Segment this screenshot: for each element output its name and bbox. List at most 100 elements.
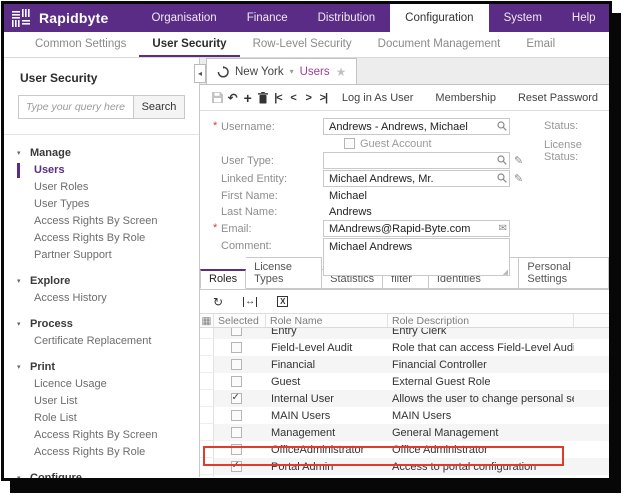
table-row[interactable]: Internal User Allows the user to change … — [200, 390, 609, 407]
section-header-process[interactable]: ▾ Process — [4, 315, 199, 333]
edit-pencil-icon[interactable]: ✎ — [514, 172, 523, 185]
search-button[interactable]: Search — [133, 95, 185, 119]
user-type-label: User Type: — [221, 154, 274, 167]
sidebar-item-access-rights-by-role[interactable]: Access Rights By Role — [4, 230, 199, 247]
go-first-icon[interactable]: |< — [270, 92, 285, 104]
document-tab[interactable]: New York ▾ Users ★ — [206, 58, 358, 84]
nav-item-organisation[interactable]: Organisation — [136, 4, 231, 32]
section-header-manage[interactable]: ▾ Manage — [4, 144, 199, 162]
reset-password-button[interactable]: Reset Password — [507, 92, 609, 104]
column-config-icon[interactable]: ▦ — [200, 314, 214, 327]
go-last-icon[interactable]: >| — [316, 92, 331, 104]
user-type-field[interactable] — [323, 152, 510, 169]
favorite-star-icon[interactable]: ★ — [336, 65, 347, 79]
sidebar-collapse-button[interactable]: ◂ — [194, 64, 206, 83]
subnav-user-security[interactable]: User Security — [139, 32, 240, 57]
app-window: Rapidbyte Organisation Finance Distribut… — [1, 1, 612, 481]
document-tab-bar: New York ▾ Users ★ — [200, 58, 609, 85]
go-next-icon[interactable]: > — [301, 92, 316, 104]
sidebar-item-partner-support[interactable]: Partner Support — [4, 247, 199, 264]
sidebar-item-user-roles[interactable]: User Roles — [4, 179, 199, 196]
sidebar-item-access-rights-by-screen[interactable]: Access Rights By Screen — [4, 213, 199, 230]
nav-item-distribution[interactable]: Distribution — [303, 4, 391, 32]
login-as-user-button[interactable]: Log in As User — [331, 92, 425, 104]
roles-grid: ▦ Selected Role Name Role Description En… — [200, 314, 609, 477]
row-checkbox[interactable] — [230, 410, 242, 421]
edit-pencil-icon[interactable]: ✎ — [514, 154, 523, 167]
row-checkbox[interactable] — [230, 359, 242, 370]
sidebar-nav: ▾ Manage Users User Roles User Types Acc… — [4, 135, 199, 478]
row-checkbox[interactable] — [230, 460, 242, 472]
brand-name: Rapidbyte — [39, 10, 109, 26]
sidebar-item-access-history[interactable]: Access History — [4, 290, 199, 307]
subnav-email[interactable]: Email — [513, 32, 568, 57]
nav-item-finance[interactable]: Finance — [232, 4, 303, 32]
sidebar-item-print-access-rights-by-screen[interactable]: Access Rights By Screen — [4, 427, 199, 444]
table-row[interactable]: Portal User Portal user — [200, 475, 609, 477]
sidebar-item-user-types[interactable]: User Types — [4, 196, 199, 213]
column-header-selected[interactable]: Selected — [214, 314, 266, 327]
row-checkbox[interactable] — [230, 392, 242, 404]
lookup-icon[interactable] — [497, 155, 507, 165]
refresh-icon[interactable] — [217, 65, 229, 78]
undo-icon[interactable]: ↶ — [225, 91, 240, 105]
sidebar-section-process: ▾ Process Certificate Replacement — [4, 315, 199, 350]
sidebar-item-users[interactable]: Users — [4, 162, 199, 179]
nav-item-help[interactable]: Help — [557, 4, 609, 32]
section-header-print[interactable]: ▾ Print — [4, 358, 199, 376]
save-icon[interactable] — [210, 92, 225, 103]
table-row[interactable]: OfficeAdministrator Office Administrator — [200, 441, 609, 458]
go-previous-icon[interactable]: < — [286, 92, 301, 104]
nav-item-configuration[interactable]: Configuration — [390, 4, 489, 32]
row-checkbox[interactable] — [230, 376, 242, 387]
comment-field[interactable]: Michael Andrews — [323, 238, 510, 276]
table-row[interactable]: MAIN Users MAIN Users — [200, 407, 609, 424]
sidebar-item-print-access-rights-by-role[interactable]: Access Rights By Role — [4, 444, 199, 461]
email-field[interactable] — [323, 220, 510, 237]
subnav-row-level-security[interactable]: Row-Level Security — [240, 32, 365, 57]
table-row[interactable]: Financial Financial Controller — [200, 356, 609, 373]
subnav-document-management[interactable]: Document Management — [365, 32, 514, 57]
guest-account-checkbox[interactable] — [344, 138, 355, 149]
sidebar-item-licence-usage[interactable]: Licence Usage — [4, 376, 199, 393]
membership-button[interactable]: Membership — [424, 92, 507, 104]
username-field[interactable] — [323, 118, 510, 135]
table-row[interactable]: Management General Management — [200, 424, 609, 441]
column-header-role-description[interactable]: Role Description — [388, 314, 574, 327]
lookup-icon[interactable] — [497, 173, 507, 183]
fit-to-screen-icon[interactable]: ↔ — [243, 296, 258, 307]
subnav-common-settings[interactable]: Common Settings — [22, 32, 139, 57]
brand-logo[interactable]: Rapidbyte — [4, 4, 118, 32]
delete-record-icon[interactable] — [255, 91, 270, 104]
table-row[interactable]: Field-Level Audit Role that can access F… — [200, 339, 609, 356]
lookup-icon[interactable] — [497, 121, 507, 131]
sidebar-item-role-list[interactable]: Role List — [4, 410, 199, 427]
first-name-label: First Name: — [221, 189, 278, 202]
sidebar-item-user-list[interactable]: User List — [4, 393, 199, 410]
license-status-label: License Status: — [544, 139, 582, 163]
status-label: Status: — [544, 120, 579, 132]
chevron-down-icon[interactable]: ▾ — [290, 67, 294, 76]
table-row[interactable]: Guest External Guest Role — [200, 373, 609, 390]
row-checkbox[interactable] — [230, 427, 242, 438]
grid-refresh-icon[interactable]: ↻ — [213, 295, 223, 309]
nav-item-system[interactable]: System — [489, 4, 557, 32]
table-row-portal-admin[interactable]: Portal Admin Access to portal configurat… — [200, 458, 609, 475]
column-header-role-name[interactable]: Role Name — [266, 314, 388, 327]
breadcrumb-location[interactable]: New York — [235, 66, 284, 78]
search-input[interactable] — [18, 95, 133, 119]
sidebar-section-configure: ▾ Configure Security Preferences Encrypt… — [4, 469, 199, 478]
linked-entity-label: Linked Entity: — [221, 172, 288, 185]
section-header-configure[interactable]: ▾ Configure — [4, 469, 199, 478]
sidebar-item-certificate-replacement[interactable]: Certificate Replacement — [4, 333, 199, 350]
section-header-explore[interactable]: ▾ Explore — [4, 272, 199, 290]
linked-entity-field[interactable] — [323, 170, 510, 187]
sidebar-section-print: ▾ Print Licence Usage User List Role Lis… — [4, 358, 199, 461]
add-record-icon[interactable]: + — [240, 90, 255, 106]
row-checkbox[interactable] — [230, 444, 242, 455]
export-to-excel-icon[interactable]: X — [277, 296, 289, 307]
breadcrumb-screen[interactable]: Users — [300, 66, 330, 78]
row-checkbox[interactable] — [230, 342, 242, 353]
main-panel: New York ▾ Users ★ ↶ + |< < > >| Log in … — [200, 58, 609, 477]
envelope-icon[interactable]: ✉ — [499, 223, 507, 234]
